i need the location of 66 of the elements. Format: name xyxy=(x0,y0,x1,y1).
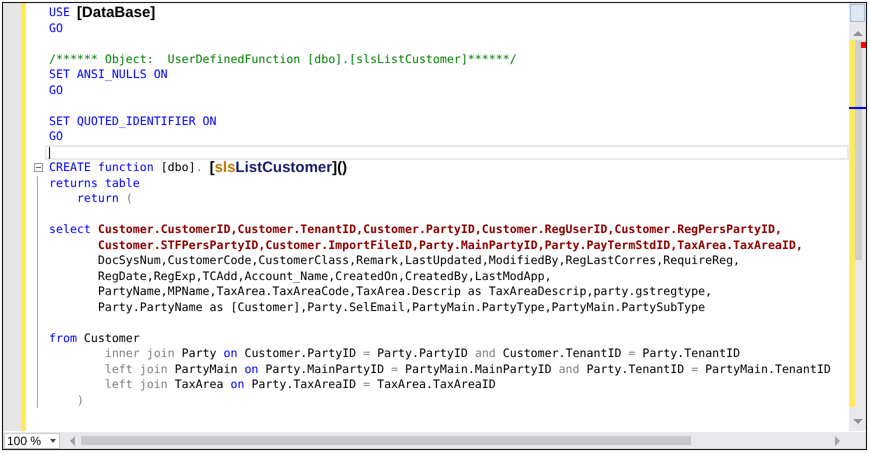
code-token: PartyMain.TenantID xyxy=(705,362,831,377)
scroll-thumb[interactable] xyxy=(855,40,862,260)
code-token: [ xyxy=(210,159,215,176)
vertical-scrollbar[interactable] xyxy=(849,3,866,431)
code-token: USE xyxy=(49,5,71,20)
caret-icon xyxy=(50,438,56,442)
code-token: ListCustomer xyxy=(235,159,332,176)
code-token: SET ANSI_NULLS ON xyxy=(49,67,168,82)
code-token: inner join xyxy=(104,346,176,362)
code-token: TaxArea xyxy=(174,377,225,392)
code-token: TaxArea.TaxAreaID xyxy=(377,377,496,392)
code-token: return xyxy=(76,191,120,206)
code-token: CREATE function xyxy=(49,160,155,176)
code-token: left join xyxy=(104,377,169,392)
code-token: Party.TenantID xyxy=(642,346,740,362)
code-token: /****** Object: UserDefinedFunction [dbo].[slsListCustomer]******/ xyxy=(49,52,517,67)
code-token: = xyxy=(691,362,700,377)
code-token: Customer.PartyID xyxy=(244,346,358,362)
code-token: Party.TaxAreaID xyxy=(251,377,358,392)
code-token: Customer.CustomerID,Customer.TenantID,Customer.PartyID,Customer.RegUserID,Customer.RegPersPartyID, xyxy=(98,222,782,238)
code-token: . xyxy=(196,160,204,176)
code-token: PartyMain xyxy=(174,362,238,377)
scroll-left-icon[interactable] xyxy=(70,436,75,446)
code-token: from xyxy=(49,330,78,346)
code-token: [DataBase] xyxy=(76,4,156,22)
scroll-down-icon[interactable] xyxy=(853,419,863,424)
code-token: [dbo] xyxy=(160,160,196,176)
code-token: PartyName,MPName,TaxArea.TaxAreaCode,TaxArea.Descrip as TaxAreaDescrip,party.gstregtype, xyxy=(96,284,712,300)
zoom-dropdown[interactable]: 100 % xyxy=(4,432,60,448)
code-token: DocSysNum,CustomerCode,CustomerClass,Remark,LastUpdated,ModifiedBy,RegLastCorres,RequireReg, xyxy=(96,253,740,268)
code-token: GO xyxy=(49,129,63,144)
code-token: GO xyxy=(49,82,63,98)
code-token: ( xyxy=(126,191,133,206)
code-token: RegDate,RegExp,TCAdd,Account_Name,CreatedOn,CreatedBy,LastModApp, xyxy=(96,268,552,284)
code-token: ) xyxy=(76,392,84,408)
code-token: on xyxy=(224,346,238,362)
code-token: Customer.TenantID xyxy=(502,346,622,362)
split-icon[interactable] xyxy=(850,4,865,22)
code-token: on xyxy=(230,377,246,392)
code-token: sls xyxy=(214,159,236,176)
code-token: Customer.STFPersPartyID,Customer.ImportFileID,Party.MainPartyID,Party.PayTermStdID,TaxArea.TaxAreaID, xyxy=(96,238,803,253)
code-token: Customer xyxy=(84,330,140,346)
code-token: = xyxy=(391,362,400,377)
code-token: Party.MainPartyID xyxy=(265,362,386,377)
code-token: and xyxy=(558,362,581,377)
code-token: = xyxy=(363,346,372,362)
code-token: left join xyxy=(104,362,169,377)
code-token: = xyxy=(363,377,372,392)
scroll-thumb[interactable] xyxy=(81,436,691,445)
code-token: Party xyxy=(182,346,218,362)
code-token: GO xyxy=(49,20,63,36)
code-token: ]() xyxy=(332,159,348,176)
code-token: select xyxy=(49,222,92,238)
code-token: PartyMain.MainPartyID xyxy=(405,362,553,377)
code-token: Party.TenantID xyxy=(586,362,686,377)
code-token: SET QUOTED_IDENTIFIER ON xyxy=(49,114,217,129)
code-token: on xyxy=(244,362,260,377)
error-marker xyxy=(861,42,866,48)
code-token: = xyxy=(628,346,636,362)
scroll-right-icon[interactable] xyxy=(835,436,840,446)
code-token: and xyxy=(474,346,497,362)
code-token: Party.PartyName as [Customer],Party.SelEmail,PartyMain.PartyType,PartyMain.PartySubType xyxy=(96,300,706,315)
collapse-icon[interactable] xyxy=(34,163,43,172)
caret-marker xyxy=(849,107,866,109)
code-token: returns table xyxy=(49,176,140,191)
code-token: Party.PartyID xyxy=(377,346,469,362)
